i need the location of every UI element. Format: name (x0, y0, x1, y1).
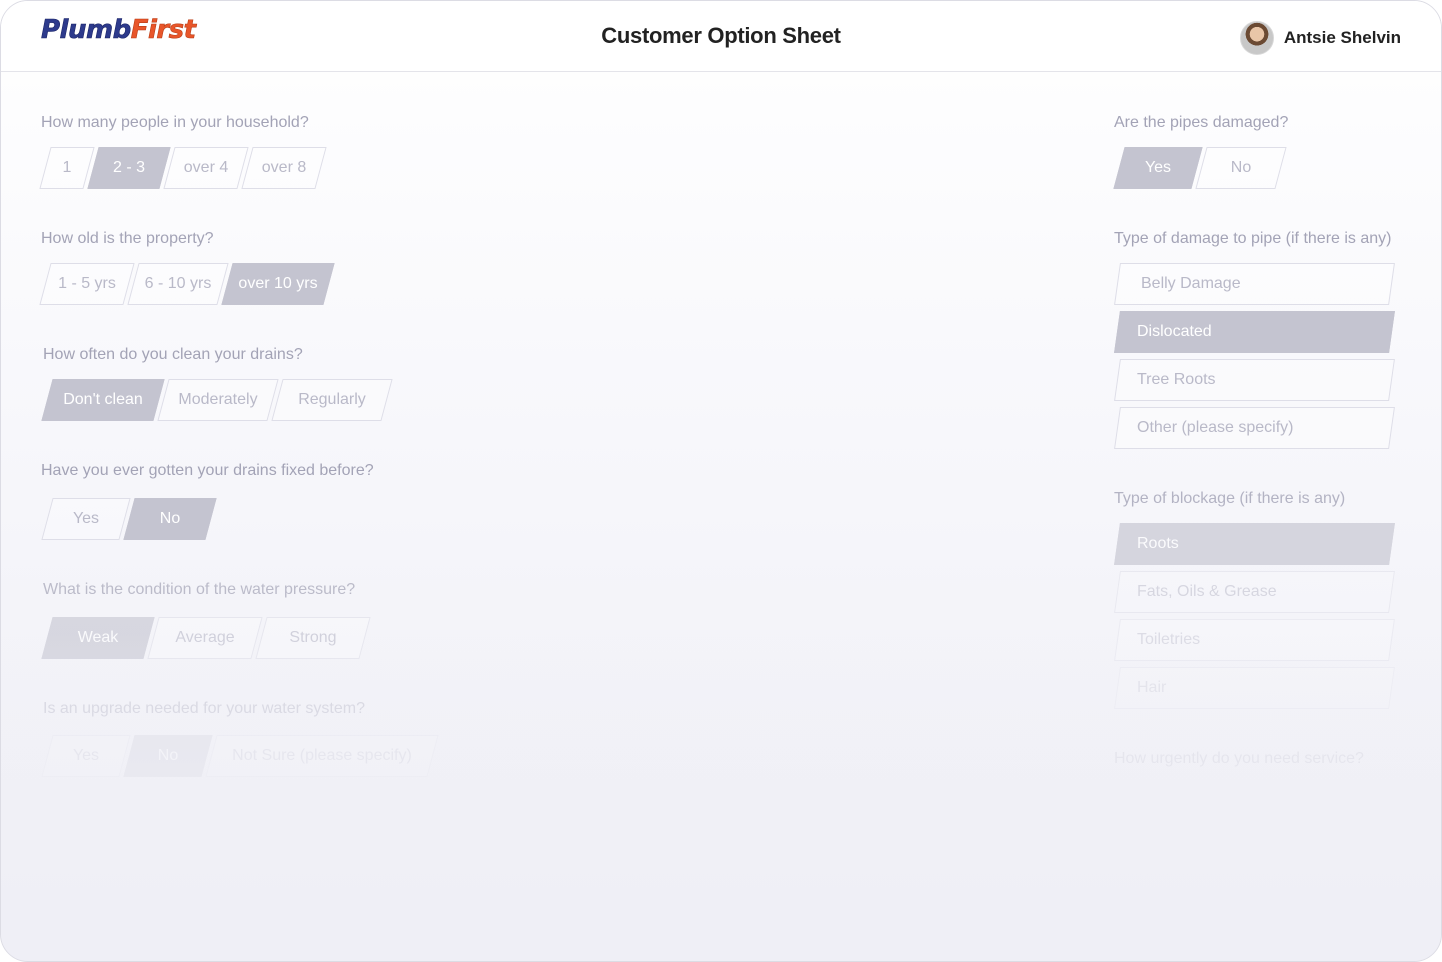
option-household-2-3[interactable]: 2 - 3 (93, 147, 165, 189)
option-pressure-strong[interactable]: Strong (261, 617, 365, 659)
question-water-pressure: What is the condition of the water press… (43, 581, 356, 598)
blockage-option-hair[interactable]: Hair (1117, 667, 1392, 709)
option-age-6-10[interactable]: 6 - 10 yrs (133, 263, 223, 305)
option-pressure-average[interactable]: Average (153, 617, 257, 659)
blockage-option-roots[interactable]: Roots (1117, 523, 1392, 565)
question-upgrade: Is an upgrade needed for your water syst… (43, 700, 365, 717)
option-upgrade-yes[interactable]: Yes (47, 735, 125, 777)
option-pressure-weak[interactable]: Weak (47, 617, 149, 659)
question-property-age: How old is the property? (41, 230, 214, 247)
options-upgrade: Yes No Not Sure (please specify) (47, 735, 437, 777)
option-upgrade-no[interactable]: No (129, 735, 207, 777)
damage-option-dislocated[interactable]: Dislocated (1117, 311, 1392, 353)
option-household-over-8[interactable]: over 8 (247, 147, 321, 189)
top-header: PlumbFirst Customer Option Sheet Antsie … (1, 1, 1441, 72)
options-drain-cleaning: Don't clean Moderately Regularly (47, 379, 391, 421)
option-regularly[interactable]: Regularly (277, 379, 387, 421)
option-upgrade-not-sure[interactable]: Not Sure (please specify) (211, 735, 433, 777)
options-property-age: 1 - 5 yrs 6 - 10 yrs over 10 yrs (45, 263, 333, 305)
user-profile[interactable]: Antsie Shelvin (1239, 21, 1401, 55)
question-blockage-type: Type of blockage (if there is any) (1114, 490, 1346, 507)
question-urgency: How urgently do you need service? (1114, 750, 1364, 767)
options-household: 1 2 - 3 over 4 over 8 (45, 147, 325, 189)
option-age-over-10[interactable]: over 10 yrs (227, 263, 329, 305)
question-pipes-damaged: Are the pipes damaged? (1114, 114, 1289, 131)
app-window: PlumbFirst Customer Option Sheet Antsie … (0, 0, 1442, 962)
damage-option-belly[interactable]: Belly Damage (1117, 263, 1392, 305)
option-fixed-no[interactable]: No (129, 498, 211, 540)
question-household: How many people in your household? (41, 114, 309, 131)
option-age-1-5[interactable]: 1 - 5 yrs (45, 263, 129, 305)
option-pipes-no[interactable]: No (1201, 147, 1281, 189)
option-household-1[interactable]: 1 (45, 147, 89, 189)
blockage-type-list: Roots Fats, Oils & Grease Toiletries Hai… (1117, 523, 1392, 715)
options-water-pressure: Weak Average Strong (47, 617, 369, 659)
options-drains-fixed: Yes No (47, 498, 215, 540)
option-dont-clean[interactable]: Don't clean (47, 379, 159, 421)
blockage-option-fats[interactable]: Fats, Oils & Grease (1117, 571, 1392, 613)
question-drain-cleaning: How often do you clean your drains? (43, 346, 303, 363)
user-name: Antsie Shelvin (1283, 28, 1401, 47)
damage-type-list: Belly Damage Dislocated Tree Roots Other… (1117, 263, 1392, 455)
option-fixed-yes[interactable]: Yes (47, 498, 125, 540)
question-drains-fixed: Have you ever gotten your drains fixed b… (41, 462, 374, 479)
option-moderately[interactable]: Moderately (163, 379, 273, 421)
blockage-option-toiletries[interactable]: Toiletries (1117, 619, 1392, 661)
damage-option-other[interactable]: Other (please specify) (1117, 407, 1392, 449)
damage-option-tree-roots[interactable]: Tree Roots (1117, 359, 1392, 401)
question-damage-type: Type of damage to pipe (if there is any) (1114, 230, 1392, 247)
form-area: How many people in your household? 1 2 -… (1, 72, 1441, 961)
page-title: Customer Option Sheet (601, 23, 841, 48)
option-household-over-4[interactable]: over 4 (169, 147, 243, 189)
option-pipes-yes[interactable]: Yes (1119, 147, 1197, 189)
avatar[interactable] (1239, 21, 1274, 55)
options-pipes-damaged: Yes No (1119, 147, 1285, 189)
